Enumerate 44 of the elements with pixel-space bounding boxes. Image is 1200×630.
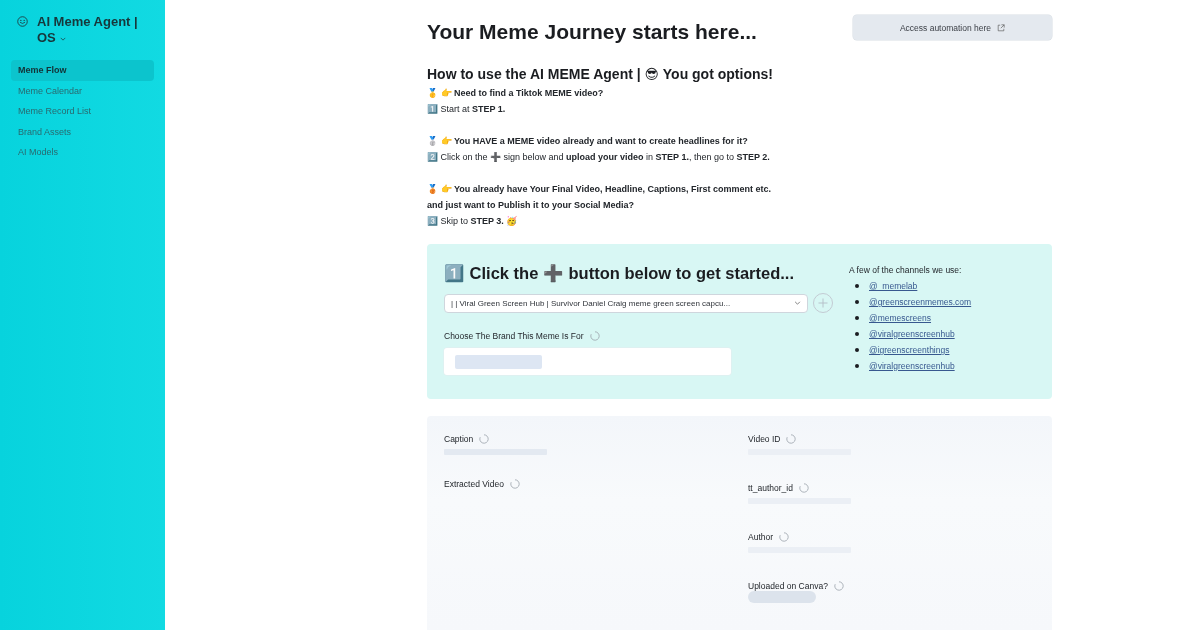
video-select[interactable]: | | Viral Green Screen Hub | Survivor Daniel Craig meme green screen capcu...	[444, 293, 808, 313]
field-label: Author	[748, 532, 774, 542]
field-label: Uploaded on Canva?	[748, 581, 828, 591]
sidebar-nav-item[interactable]: Meme Record List	[11, 101, 154, 122]
instruction-line: 1⃣ Start at STEP 1.	[427, 103, 507, 116]
field-label: Video ID	[748, 434, 781, 444]
channel-link[interactable]: @viralgreenscreenhub	[869, 361, 955, 371]
bullet-icon	[855, 284, 859, 288]
field-label: tt_author_id	[748, 483, 793, 493]
page-title: Your Meme Journey starts here...	[427, 19, 757, 45]
instruction-line: and just want to Publish it to your Social Media?	[427, 199, 635, 212]
smiley-icon	[17, 16, 28, 27]
step-heading: 1⃣ Click the ➕ button below to get started...	[444, 263, 795, 284]
channel-link[interactable]: @viralgreenscreenhub	[869, 329, 955, 339]
bullet-icon	[855, 348, 859, 352]
brand-field[interactable]	[444, 348, 731, 375]
instruction-line: 2⃣ Click on the ➕ sign below and upload your video in STEP 1., then go to STEP 2.	[427, 151, 771, 164]
workspace-switcher[interactable]: AI Meme Agent | OS	[37, 14, 145, 46]
sidebar-nav-item[interactable]: AI Models	[11, 142, 154, 163]
bullet-icon	[855, 364, 859, 368]
channel-link[interactable]: @_memelab	[869, 281, 918, 291]
external-link-icon	[997, 23, 1006, 32]
instruction-line: 🥈 👉 You HAVE a MEME video already and want to create headlines for it?	[427, 135, 749, 148]
sidebar-nav-item[interactable]: Meme Flow	[11, 60, 154, 81]
sidebar-nav-item[interactable]: Meme Calendar	[11, 80, 154, 101]
instruction-line: 🥇 👉 Need to find a Tiktok MEME video?	[427, 87, 605, 100]
chevron-down-icon	[59, 36, 66, 41]
bullet-icon	[855, 300, 859, 304]
channels-caption: A few of the channels we use:	[849, 264, 963, 277]
automation-button[interactable]: Access automation here	[853, 15, 1052, 40]
guide-heading: How to use the AI MEME Agent | 😎 You got options!	[427, 65, 774, 83]
bullet-icon	[855, 316, 859, 320]
field-label: Choose The Brand This Meme Is For	[444, 331, 584, 341]
sidebar-nav-item[interactable]: Brand Assets	[11, 121, 154, 142]
field-label: Caption	[444, 434, 474, 444]
plus-icon	[818, 298, 828, 308]
bullet-icon	[855, 332, 859, 336]
field-label: Extracted Video	[444, 479, 504, 489]
instruction-line: 🥉 👉 You already have Your Final Video, Headline, Captions, First comment etc.	[427, 183, 772, 196]
channel-link[interactable]: @greenscreenmemes.com	[869, 297, 972, 307]
channel-link[interactable]: @igreenscreenthings	[869, 345, 950, 355]
instruction-line: 3⃣ Skip to STEP 3. 🥳	[427, 215, 519, 228]
chevron-down-icon	[794, 301, 801, 305]
channel-link[interactable]: @memescreens	[869, 313, 931, 323]
